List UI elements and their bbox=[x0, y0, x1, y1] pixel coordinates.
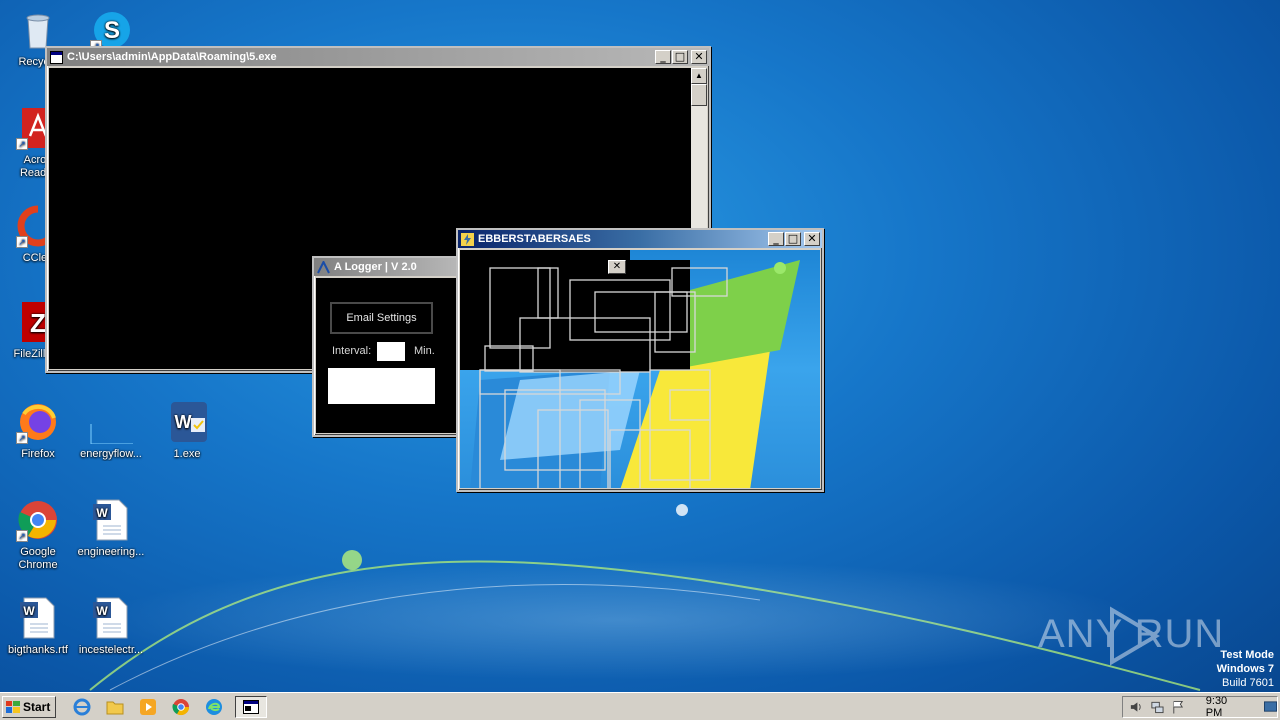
play-logo-icon bbox=[1110, 606, 1160, 666]
scroll-up-arrow-icon[interactable]: ▲ bbox=[691, 68, 707, 84]
internet-explorer-icon[interactable] bbox=[70, 696, 94, 718]
scroll-thumb[interactable] bbox=[691, 84, 707, 106]
desktop-icon-firefox[interactable]: ↗ Firefox bbox=[0, 400, 76, 461]
system-tray: 9:30 PM bbox=[1122, 695, 1278, 719]
min-label: Min. bbox=[414, 345, 435, 357]
anyrun-watermark: ANY RUN bbox=[1038, 606, 1224, 666]
desktop-icon-label: engineering... bbox=[77, 546, 145, 558]
action-center-flag-icon[interactable] bbox=[1171, 699, 1186, 715]
desktop-icon-label: Firefox bbox=[21, 448, 55, 460]
console-title: C:\Users\admin\AppData\Roaming\5.exe bbox=[67, 51, 277, 63]
ebber-window[interactable]: EBBERSTABERSAES _ □ ✕ ✕ bbox=[456, 228, 824, 492]
maximize-button[interactable]: □ bbox=[672, 50, 688, 64]
build-label: Build 7601 bbox=[1222, 677, 1274, 689]
shortcut-arrow-icon: ↗ bbox=[16, 138, 28, 150]
test-mode-notice: Test Mode Windows 7 Build 7601 bbox=[1217, 648, 1274, 690]
desktop-icon-label: Google Chrome bbox=[18, 546, 58, 571]
firefox-icon: ↗ bbox=[16, 400, 60, 444]
word-document-icon: W bbox=[16, 596, 60, 640]
stray-close-button[interactable]: ✕ bbox=[608, 260, 626, 274]
desktop-icon-bigthanks[interactable]: W bigthanks.rtf bbox=[0, 596, 76, 657]
desktop-icon-label: 1.exe bbox=[173, 448, 201, 460]
desktop-icon-label: bigthanks.rtf bbox=[8, 644, 68, 656]
lightning-app-icon bbox=[461, 232, 474, 246]
show-desktop-icon[interactable] bbox=[1263, 701, 1278, 713]
desktop-icon-google-chrome[interactable]: ↗ Google Chrome bbox=[0, 498, 76, 572]
svg-text:W: W bbox=[96, 506, 108, 520]
glitched-screen-render bbox=[460, 250, 800, 488]
shortcut-arrow-icon: ↗ bbox=[16, 530, 28, 542]
explorer-folder-icon[interactable] bbox=[103, 696, 127, 718]
close-button[interactable]: ✕ bbox=[691, 50, 707, 64]
chrome-icon: ↗ bbox=[16, 498, 60, 542]
desktop-icon-label: energyflow... bbox=[80, 448, 142, 460]
svg-text:W: W bbox=[23, 604, 35, 618]
ebber-title: EBBERSTABERSAES bbox=[478, 233, 591, 245]
edge-icon[interactable] bbox=[202, 696, 226, 718]
ebber-titlebar[interactable]: EBBERSTABERSAES _ □ ✕ bbox=[458, 230, 822, 248]
desktop-icon-label: incestelectr... bbox=[78, 644, 144, 656]
taskbar: Start 9:30 PM bbox=[0, 692, 1280, 720]
desktop-icon-energyflow[interactable]: energyflow... bbox=[73, 400, 149, 461]
os-label: Windows 7 bbox=[1216, 663, 1274, 675]
console-task-icon[interactable] bbox=[235, 695, 268, 718]
svg-text:Z: Z bbox=[30, 308, 46, 338]
word-document-icon: W bbox=[89, 498, 133, 542]
shortcut-arrow-icon: ↗ bbox=[16, 236, 28, 248]
close-button[interactable]: ✕ bbox=[804, 232, 820, 246]
start-label: Start bbox=[23, 699, 51, 714]
svg-text:S: S bbox=[104, 17, 120, 44]
interval-input[interactable] bbox=[377, 342, 405, 361]
minimize-button[interactable]: _ bbox=[655, 50, 671, 64]
word-document-icon: W bbox=[89, 596, 133, 640]
maximize-button[interactable]: □ bbox=[785, 232, 801, 246]
test-mode-label: Test Mode bbox=[1220, 649, 1274, 661]
shortcut-arrow-icon: ↗ bbox=[16, 432, 28, 444]
logger-panel: Email Settings Interval: Min. bbox=[316, 278, 458, 433]
desktop-icon-1exe[interactable]: W 1.exe bbox=[149, 400, 225, 461]
blank-file-icon bbox=[89, 400, 133, 445]
minimize-button[interactable]: _ bbox=[768, 232, 784, 246]
word-exe-icon: W bbox=[165, 400, 209, 444]
console-app-icon bbox=[50, 50, 63, 64]
windows-flag-icon bbox=[6, 700, 20, 713]
desktop-icon-incestelect[interactable]: W incestelectr... bbox=[73, 596, 149, 657]
logger-window[interactable]: A Logger | V 2.0 Email Settings Interval… bbox=[312, 256, 462, 437]
svg-text:W: W bbox=[175, 412, 192, 432]
logger-titlebar[interactable]: A Logger | V 2.0 bbox=[314, 258, 460, 276]
ebber-canvas[interactable]: ✕ bbox=[460, 250, 820, 488]
volume-icon[interactable] bbox=[1129, 699, 1144, 715]
media-player-icon[interactable] bbox=[136, 696, 160, 718]
clock[interactable]: 9:30 PM bbox=[1206, 695, 1244, 719]
desktop-icon-engineering[interactable]: W engineering... bbox=[73, 498, 149, 559]
logger-title: A Logger | V 2.0 bbox=[334, 261, 417, 273]
logger-output-box[interactable] bbox=[328, 368, 435, 404]
chrome-icon[interactable] bbox=[169, 696, 193, 718]
interval-label: Interval: bbox=[332, 345, 372, 357]
email-settings-button[interactable]: Email Settings bbox=[330, 302, 433, 334]
network-icon[interactable] bbox=[1150, 699, 1165, 715]
console-titlebar[interactable]: C:\Users\admin\AppData\Roaming\5.exe _ □… bbox=[47, 48, 709, 66]
logger-app-icon bbox=[317, 260, 330, 273]
svg-text:W: W bbox=[96, 604, 108, 618]
start-button[interactable]: Start bbox=[2, 695, 57, 718]
